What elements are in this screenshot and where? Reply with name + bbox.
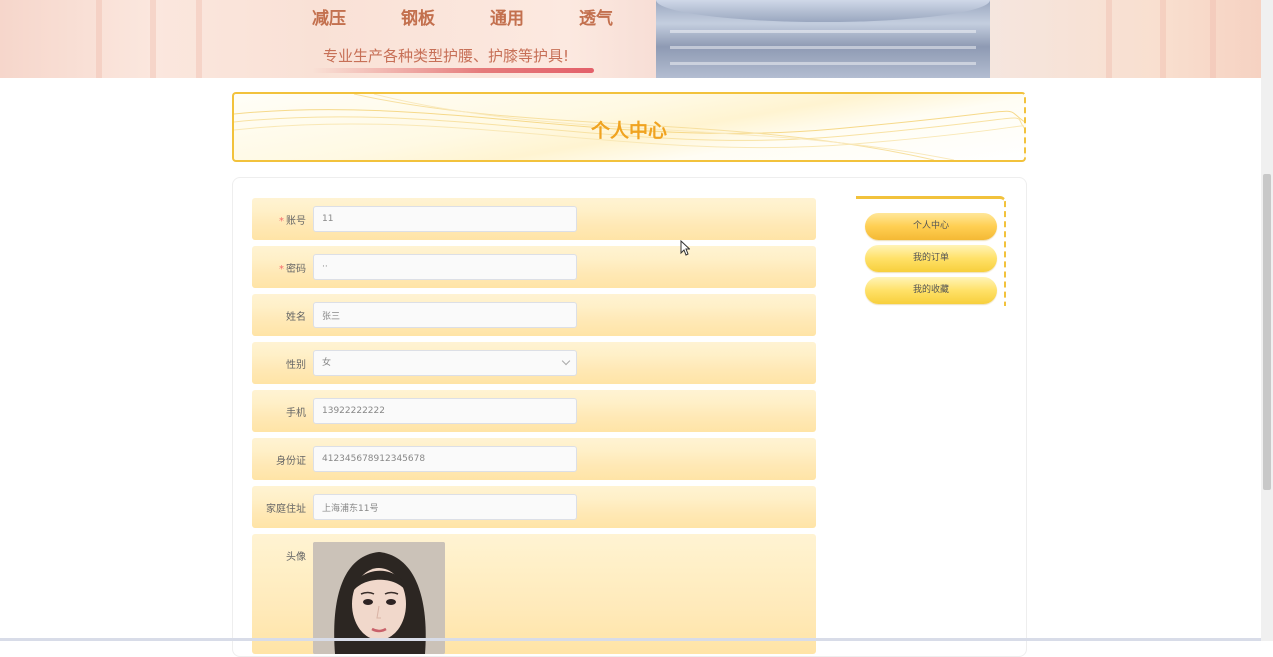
page-title: 个人中心: [590, 120, 667, 142]
product-image: [656, 0, 990, 78]
banner-features: 减压 钢板 通用 透气: [312, 4, 668, 29]
page-title-box: 个人中心: [232, 92, 1026, 162]
form-row-address: 家庭住址: [252, 486, 816, 528]
account-input[interactable]: [313, 206, 577, 232]
phone-input[interactable]: [313, 398, 577, 424]
phone-label: 手机: [286, 408, 306, 419]
banner-tagline: 专业生产各种类型护腰、护膝等护具!: [323, 47, 570, 65]
form-row-gender: 性别 女: [252, 342, 816, 384]
id-card-label: 身份证: [276, 456, 306, 467]
gender-label: 性别: [286, 360, 306, 371]
required-mark: *: [279, 216, 284, 227]
name-input[interactable]: [313, 302, 577, 328]
menu-item-profile[interactable]: 个人中心: [865, 213, 997, 240]
menu-item-favorites[interactable]: 我的收藏: [865, 277, 997, 304]
account-label: * 账号: [279, 216, 306, 227]
menu-item-orders[interactable]: 我的订单: [865, 245, 997, 272]
form-row-password: * 密码: [252, 246, 816, 288]
form-row-avatar: 头像: [252, 534, 816, 654]
feature-text: 钢板: [401, 9, 435, 29]
tagline-underline: [312, 68, 594, 73]
gender-value[interactable]: 女: [313, 350, 577, 376]
address-label: 家庭住址: [266, 504, 306, 515]
name-label: 姓名: [286, 312, 306, 323]
form-row-phone: 手机: [252, 390, 816, 432]
password-label: * 密码: [279, 264, 306, 275]
scroll-thumb[interactable]: [1263, 174, 1271, 490]
feature-text: 透气: [579, 9, 613, 29]
form-row-id-card: 身份证: [252, 438, 816, 480]
mouse-cursor-icon: [680, 240, 690, 256]
form-row-name: 姓名: [252, 294, 816, 336]
feature-text: 减压: [312, 9, 346, 29]
feature-text: 通用: [490, 9, 524, 29]
required-mark: *: [279, 264, 284, 275]
side-menu: 个人中心 我的订单 我的收藏: [856, 196, 1006, 306]
address-input[interactable]: [313, 494, 577, 520]
id-card-input[interactable]: [313, 446, 577, 472]
header-banner: 减压 钢板 通用 透气 专业生产各种类型护腰、护膝等护具!: [0, 0, 1261, 78]
gender-select[interactable]: 女: [313, 350, 577, 376]
password-input[interactable]: [313, 254, 577, 280]
avatar-label: 头像: [286, 552, 306, 563]
page-scrollbar[interactable]: [1261, 0, 1273, 641]
form-row-account: * 账号: [252, 198, 816, 240]
